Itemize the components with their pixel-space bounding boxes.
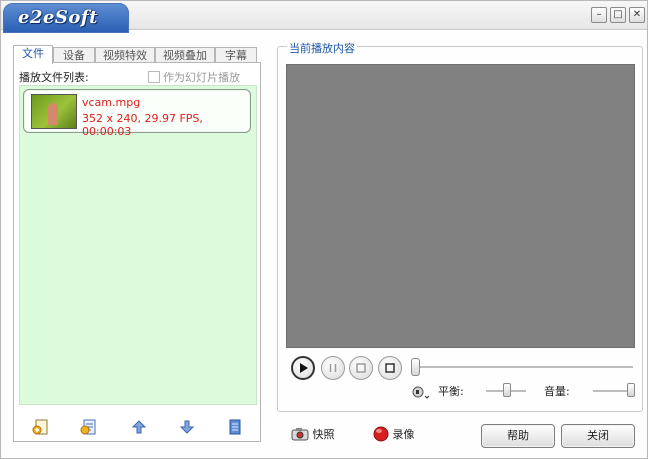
file-info: 352 x 240, 29.97 FPS, 00:00:03 xyxy=(82,112,203,138)
slideshow-checkbox[interactable]: 作为幻灯片播放 xyxy=(148,69,240,85)
list-item[interactable]: vcam.mpg 352 x 240, 29.97 FPS, 00:00:03 xyxy=(23,89,251,138)
minimize-button[interactable]: – xyxy=(591,7,607,23)
speaker-icon[interactable] xyxy=(411,384,431,400)
file-panel: 播放文件列表: 作为幻灯片播放 vcam.mpg 352 x 240, 29.9… xyxy=(13,62,261,442)
balance-slider[interactable] xyxy=(503,383,511,397)
file-list-label: 播放文件列表: xyxy=(19,71,89,84)
add-file-icon[interactable] xyxy=(32,418,50,436)
stop-button[interactable] xyxy=(349,356,373,380)
move-down-icon[interactable] xyxy=(178,418,196,436)
record-icon xyxy=(373,426,389,442)
file-list[interactable]: vcam.mpg 352 x 240, 29.97 FPS, 00:00:03 xyxy=(19,85,257,405)
seek-slider[interactable] xyxy=(411,358,420,376)
pause-icon xyxy=(329,364,337,372)
add-folder-icon[interactable] xyxy=(80,418,98,436)
maximize-button[interactable]: □ xyxy=(610,7,626,23)
delete-icon[interactable] xyxy=(226,418,244,436)
close-button[interactable]: 关闭 xyxy=(561,424,635,448)
volume-track[interactable] xyxy=(593,390,631,393)
frame-step-button[interactable] xyxy=(378,356,402,380)
tab-bar: 文件 设备 视频特效 视频叠加 字幕 xyxy=(13,45,259,64)
move-up-icon[interactable] xyxy=(130,418,148,436)
seek-track[interactable] xyxy=(415,366,633,369)
title-bar: e2eSoft – □ ✕ xyxy=(1,1,647,33)
volume-slider[interactable] xyxy=(627,383,635,397)
video-preview xyxy=(286,64,635,348)
play-button[interactable] xyxy=(291,356,315,380)
camera-icon xyxy=(291,428,309,441)
frame-step-icon xyxy=(385,363,395,373)
slideshow-label: 作为幻灯片播放 xyxy=(163,71,240,84)
pause-button[interactable] xyxy=(321,356,345,380)
tab-file[interactable]: 文件 xyxy=(13,45,53,64)
checkbox-box[interactable] xyxy=(148,71,160,83)
main-window: e2eSoft – □ ✕ 文件 设备 视频特效 视频叠加 字幕 播放文件列表:… xyxy=(0,0,648,459)
preview-title: 当前播放内容 xyxy=(287,40,357,56)
file-name: vcam.mpg xyxy=(82,96,141,109)
app-logo: e2eSoft xyxy=(18,7,98,28)
logo-tab: e2eSoft xyxy=(3,3,129,33)
play-icon xyxy=(300,363,308,373)
volume-label: 音量: xyxy=(544,385,570,398)
snapshot-label: 快照 xyxy=(312,428,335,441)
snapshot-button[interactable]: 快照 xyxy=(291,426,335,442)
stop-icon xyxy=(356,363,366,373)
video-thumbnail xyxy=(31,94,77,129)
help-button[interactable]: 帮助 xyxy=(481,424,555,448)
record-label: 录像 xyxy=(392,428,415,441)
balance-label: 平衡: xyxy=(438,385,464,398)
close-window-button[interactable]: ✕ xyxy=(629,7,645,23)
record-button[interactable]: 录像 xyxy=(373,426,415,442)
